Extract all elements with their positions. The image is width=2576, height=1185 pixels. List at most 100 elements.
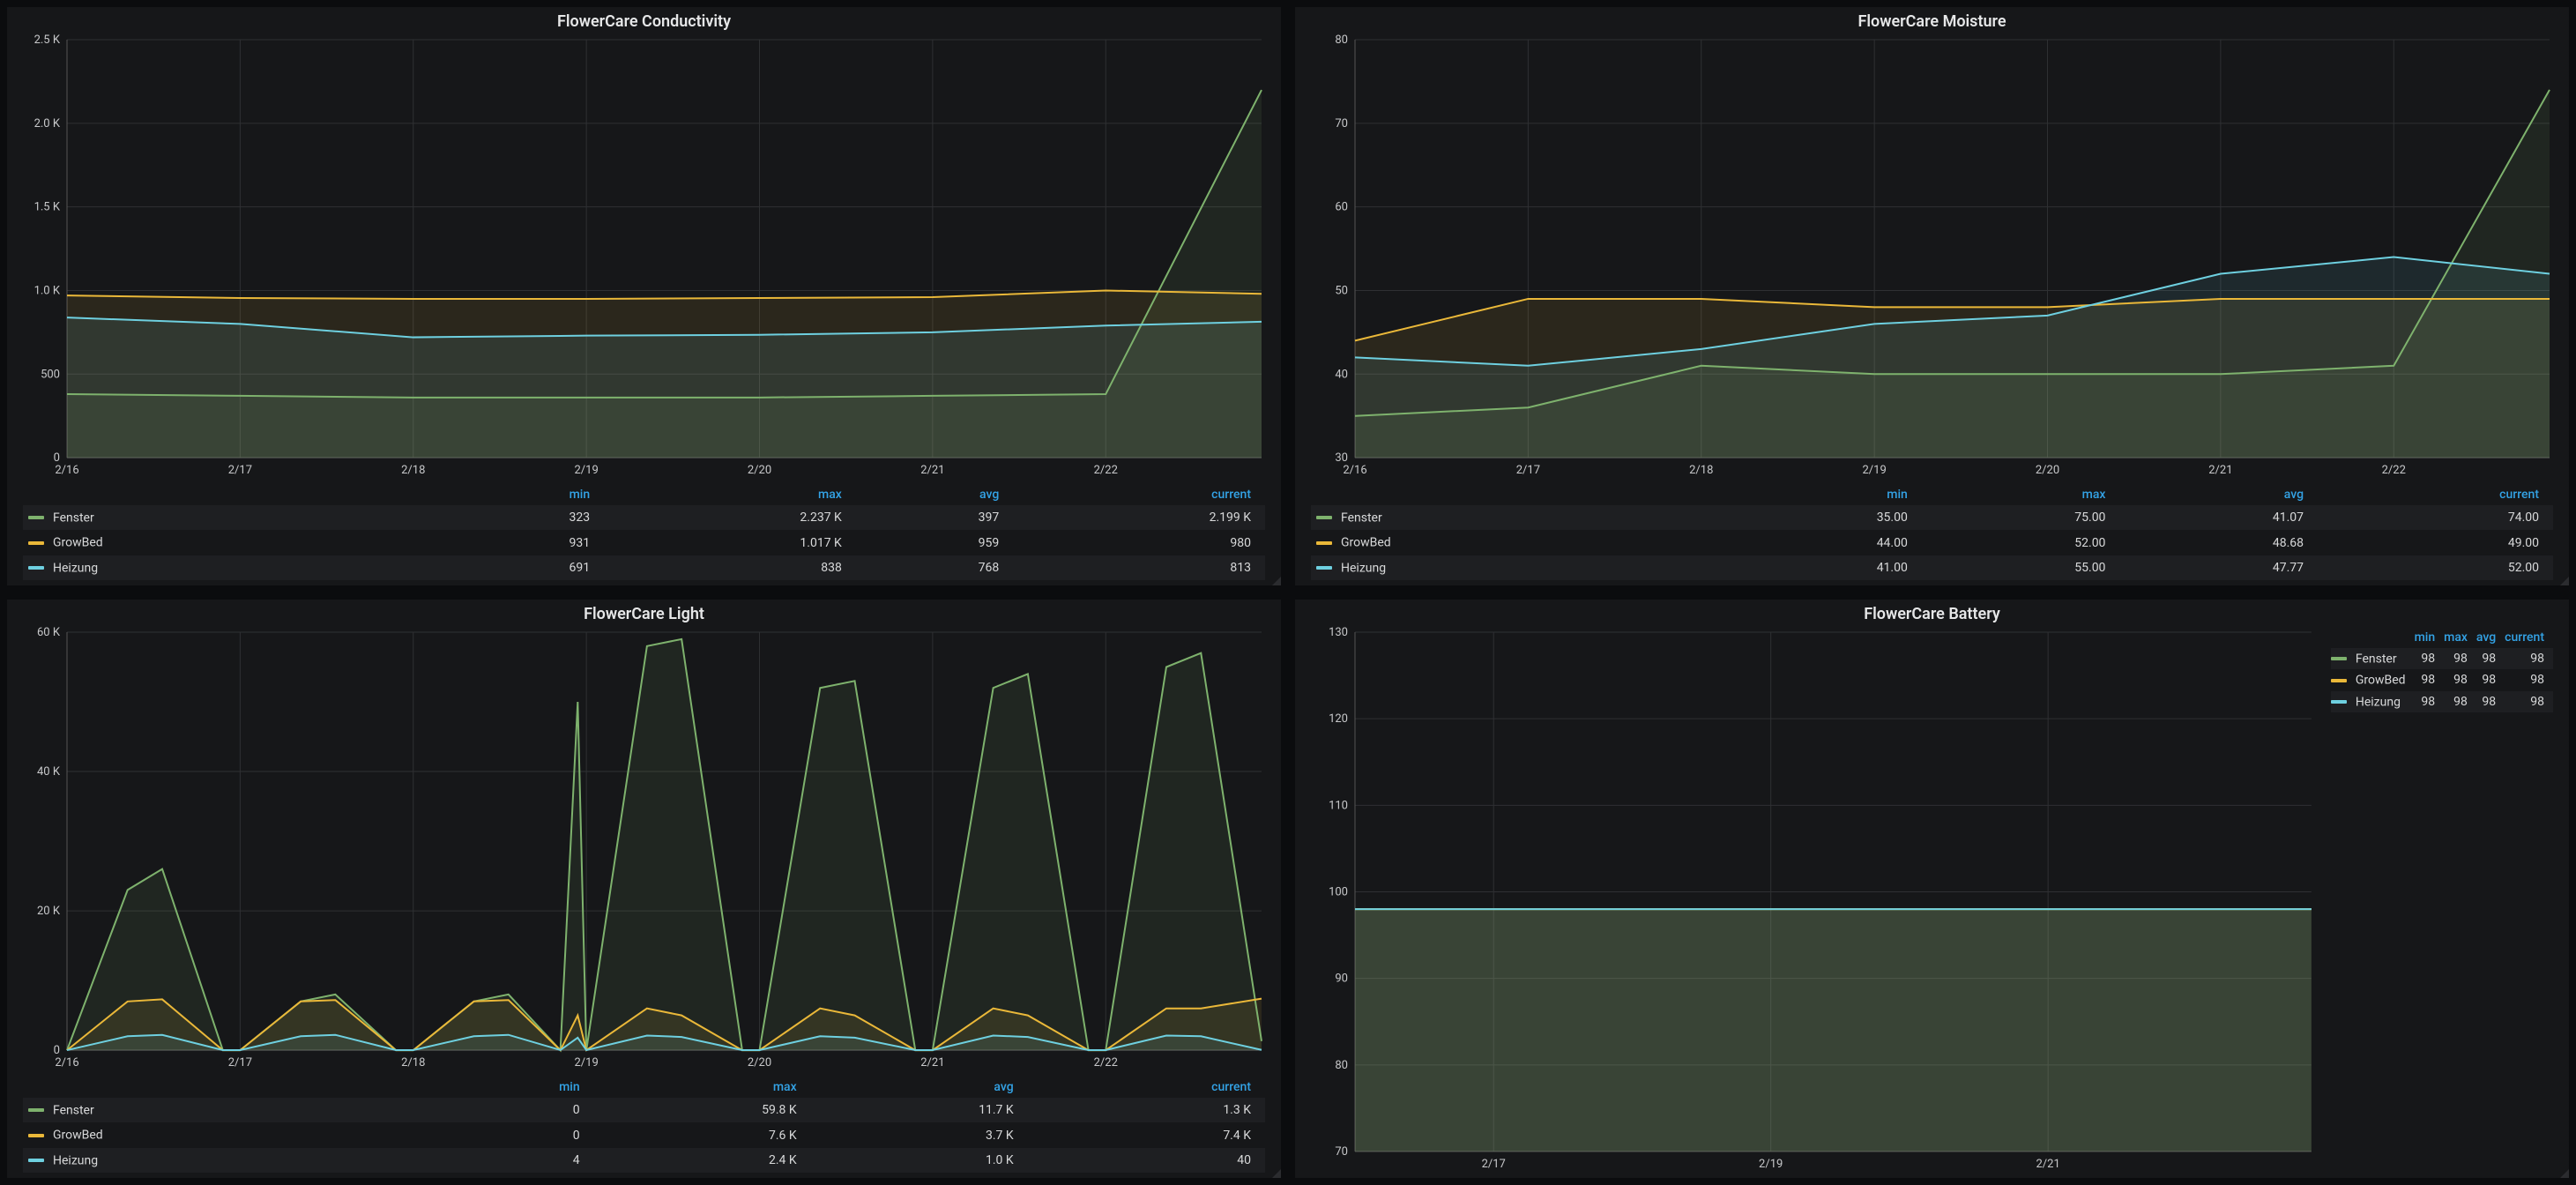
legend-header[interactable]: max — [594, 1077, 811, 1098]
legend-row[interactable]: GrowBed07.6 K3.7 K7.4 K — [23, 1122, 1265, 1147]
svg-text:500: 500 — [41, 368, 60, 381]
legend-swatch-icon — [28, 1108, 44, 1112]
legend-value: 98 — [2444, 691, 2476, 712]
svg-text:1.0 K: 1.0 K — [34, 284, 61, 297]
legend-header[interactable]: current — [1013, 484, 1265, 505]
legend-swatch-icon — [2331, 700, 2347, 704]
legend-series-name: GrowBed — [53, 536, 103, 550]
svg-text:2/21: 2/21 — [2036, 1158, 2060, 1171]
legend-row[interactable]: Fenster35.0075.0041.0774.00 — [1311, 505, 2553, 530]
svg-text:2/18: 2/18 — [401, 464, 425, 477]
chart-battery[interactable]: 7080901001101201302/172/192/21 — [1311, 627, 2315, 1173]
legend-value: 98 — [2415, 691, 2445, 712]
legend-value: 4 — [439, 1148, 593, 1173]
legend-row[interactable]: Fenster3232.237 K3972.199 K — [23, 505, 1265, 530]
legend-value: 55.00 — [1922, 555, 2120, 580]
legend-series-name: Heizung — [53, 561, 98, 575]
legend-value: 397 — [856, 505, 1013, 530]
chart-moisture[interactable]: 3040506070802/162/172/182/192/202/212/22 — [1311, 34, 2553, 479]
svg-text:2/16: 2/16 — [1343, 464, 1366, 477]
legend-swatch-icon — [1316, 541, 1332, 545]
legend-header[interactable]: max — [604, 484, 856, 505]
legend-header[interactable]: min — [1724, 484, 1922, 505]
svg-text:90: 90 — [1335, 973, 1348, 986]
legend-series-name: GrowBed — [53, 1129, 103, 1143]
svg-text:2/17: 2/17 — [1516, 464, 1540, 477]
legend-table: minmaxavgcurrentFenster059.8 K11.7 K1.3 … — [23, 1077, 1265, 1173]
legend-header[interactable]: avg — [856, 484, 1013, 505]
legend-value: 49.00 — [2318, 530, 2553, 555]
legend-value: 98 — [2505, 669, 2553, 690]
legend-header[interactable]: current — [2505, 627, 2553, 648]
legend-header[interactable]: max — [2444, 627, 2476, 648]
svg-text:60 K: 60 K — [37, 627, 61, 639]
legend-header[interactable]: max — [1922, 484, 2120, 505]
legend-swatch-icon — [1316, 516, 1332, 519]
legend-value: 52.00 — [1922, 530, 2120, 555]
legend-value: 959 — [856, 530, 1013, 555]
legend-series-name: Fenster — [53, 1103, 94, 1117]
panel-light[interactable]: FlowerCare Light 020 K40 K60 K2/162/172/… — [7, 600, 1281, 1178]
legend-row[interactable]: GrowBed98989898 — [2331, 669, 2553, 690]
legend-value: 323 — [447, 505, 604, 530]
legend-value: 98 — [2444, 669, 2476, 690]
svg-text:40 K: 40 K — [37, 765, 61, 779]
chart-light[interactable]: 020 K40 K60 K2/162/172/182/192/202/212/2… — [23, 627, 1265, 1071]
legend-value: 1.017 K — [604, 530, 856, 555]
legend-row[interactable]: Heizung41.0055.0047.7752.00 — [1311, 555, 2553, 580]
panel-conductivity[interactable]: FlowerCare Conductivity 0 500 1.0 K 1.5 K 2.… — [7, 7, 1281, 585]
legend-swatch-icon — [28, 1159, 44, 1162]
panel-moisture[interactable]: FlowerCare Moisture 3040506070802/162/17… — [1295, 7, 2569, 585]
legend-value: 768 — [856, 555, 1013, 580]
svg-text:80: 80 — [1335, 1059, 1348, 1072]
legend-row[interactable]: Fenster98989898 — [2331, 648, 2553, 669]
legend-value: 7.4 K — [1028, 1122, 1265, 1147]
legend-header[interactable]: min — [2415, 627, 2445, 648]
panel-title: FlowerCare Conductivity — [7, 7, 1281, 34]
legend-header[interactable]: min — [439, 1077, 593, 1098]
legend-row[interactable]: GrowBed9311.017 K959980 — [23, 530, 1265, 555]
legend-value: 98 — [2415, 669, 2445, 690]
svg-text:2/22: 2/22 — [1094, 1056, 1118, 1069]
legend-header[interactable]: current — [2318, 484, 2553, 505]
legend-header[interactable]: min — [447, 484, 604, 505]
legend-value: 3.7 K — [811, 1122, 1028, 1147]
panel-title: FlowerCare Light — [7, 600, 1281, 627]
svg-text:2/19: 2/19 — [574, 464, 598, 477]
svg-text:2/16: 2/16 — [55, 464, 78, 477]
svg-text:100: 100 — [1329, 885, 1348, 898]
legend-value: 691 — [447, 555, 604, 580]
legend-series-name: Heizung — [2356, 695, 2401, 709]
legend-header[interactable]: avg — [2119, 484, 2318, 505]
legend-header[interactable]: current — [1028, 1077, 1265, 1098]
legend-value: 98 — [2476, 691, 2505, 712]
panel-battery[interactable]: FlowerCare Battery 7080901001101201302/1… — [1295, 600, 2569, 1178]
svg-text:2/19: 2/19 — [1862, 464, 1886, 477]
legend-value: 47.77 — [2119, 555, 2318, 580]
svg-text:1.5 K: 1.5 K — [34, 201, 61, 214]
svg-text:2/19: 2/19 — [1759, 1158, 1783, 1171]
legend-value: 41.00 — [1724, 555, 1922, 580]
svg-text:70: 70 — [1335, 117, 1348, 130]
dashboard: FlowerCare Conductivity 0 500 1.0 K 1.5 K 2.… — [0, 0, 2576, 1185]
legend-row[interactable]: Heizung691838768813 — [23, 555, 1265, 580]
svg-text:110: 110 — [1329, 799, 1348, 812]
legend-table: minmaxavgcurrentFenster98989898GrowBed98… — [2331, 627, 2553, 712]
legend-row[interactable]: Fenster059.8 K11.7 K1.3 K — [23, 1098, 1265, 1122]
svg-text:2/20: 2/20 — [2036, 464, 2059, 477]
svg-text:30: 30 — [1335, 451, 1348, 465]
svg-text:2/20: 2/20 — [748, 1056, 771, 1069]
legend-row[interactable]: Heizung42.4 K1.0 K40 — [23, 1148, 1265, 1173]
legend-value: 1.0 K — [811, 1148, 1028, 1173]
legend-header[interactable]: avg — [811, 1077, 1028, 1098]
chart-conductivity[interactable]: 05001.0 K1.5 K2.0 K2.5 K2/162/172/182/19… — [23, 34, 1265, 479]
svg-text:0: 0 — [54, 451, 60, 465]
legend-row[interactable]: GrowBed44.0052.0048.6849.00 — [1311, 530, 2553, 555]
svg-text:70: 70 — [1335, 1145, 1348, 1159]
legend-row[interactable]: Heizung98989898 — [2331, 691, 2553, 712]
legend-series-name: Fenster — [53, 511, 94, 525]
legend-series-name: Fenster — [1341, 511, 1382, 525]
svg-text:20 K: 20 K — [37, 905, 61, 918]
legend-value: 2.237 K — [604, 505, 856, 530]
legend-header[interactable]: avg — [2476, 627, 2505, 648]
